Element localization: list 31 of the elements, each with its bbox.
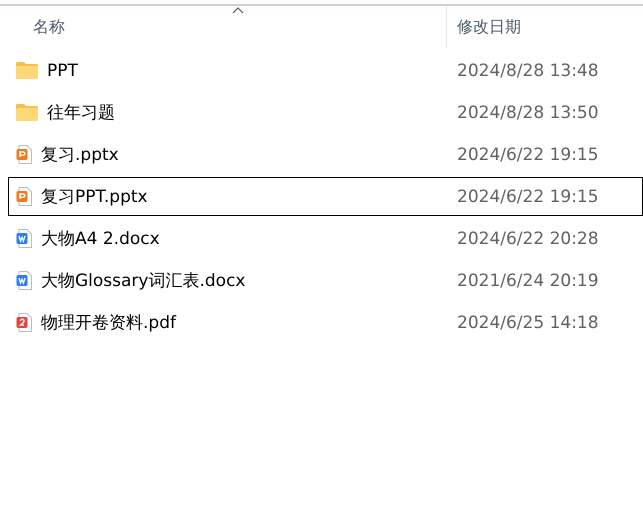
modified-date: 2024/8/28 13:50 (456, 102, 600, 122)
modified-date: 2021/6/24 20:19 (456, 270, 600, 290)
modified-date: 2024/6/22 20:28 (456, 228, 600, 248)
file-name: 复习PPT.pptx (41, 186, 148, 208)
file-row[interactable]: 复习.pptx 2024/6/22 19:15 (8, 135, 643, 174)
modified-date: 2024/8/28 13:48 (456, 60, 600, 80)
folder-icon (16, 104, 38, 121)
presentation-file-icon (16, 145, 32, 164)
file-row[interactable]: 复习PPT.pptx 2024/6/22 19:15 (8, 177, 643, 216)
column-header[interactable]: 修改日期 (446, 6, 643, 48)
file-row[interactable]: 大物Glossary词汇表.docx 2021/6/24 20:19 (8, 261, 643, 300)
file-row[interactable]: PPT 2024/8/28 13:48 (8, 51, 643, 90)
pdf-file-icon (16, 313, 32, 332)
modified-date: 2024/6/25 14:18 (456, 312, 600, 332)
folder-icon (16, 62, 38, 79)
file-row[interactable]: 物理开卷资料.pdf 2024/6/25 14:18 (8, 303, 643, 342)
document-file-icon (16, 271, 32, 290)
file-name: PPT (47, 60, 78, 80)
file-name: 大物Glossary词汇表.docx (41, 270, 246, 292)
column-header[interactable]: 名称 (0, 6, 446, 48)
document-file-icon (16, 229, 32, 248)
file-name: 物理开卷资料.pdf (41, 312, 176, 334)
file-name: 大物A4 2.docx (41, 228, 160, 250)
file-row[interactable]: 大物A4 2.docx 2024/6/22 20:28 (8, 219, 643, 258)
presentation-file-icon (16, 187, 32, 206)
modified-date: 2024/6/22 19:15 (456, 144, 600, 164)
file-name: 往年习题 (47, 102, 115, 124)
modified-date: 2024/6/22 19:15 (456, 186, 600, 206)
file-name: 复习.pptx (41, 144, 119, 166)
file-row[interactable]: 往年习题 2024/8/28 13:50 (8, 93, 643, 132)
sort-caret-icon (232, 7, 244, 14)
